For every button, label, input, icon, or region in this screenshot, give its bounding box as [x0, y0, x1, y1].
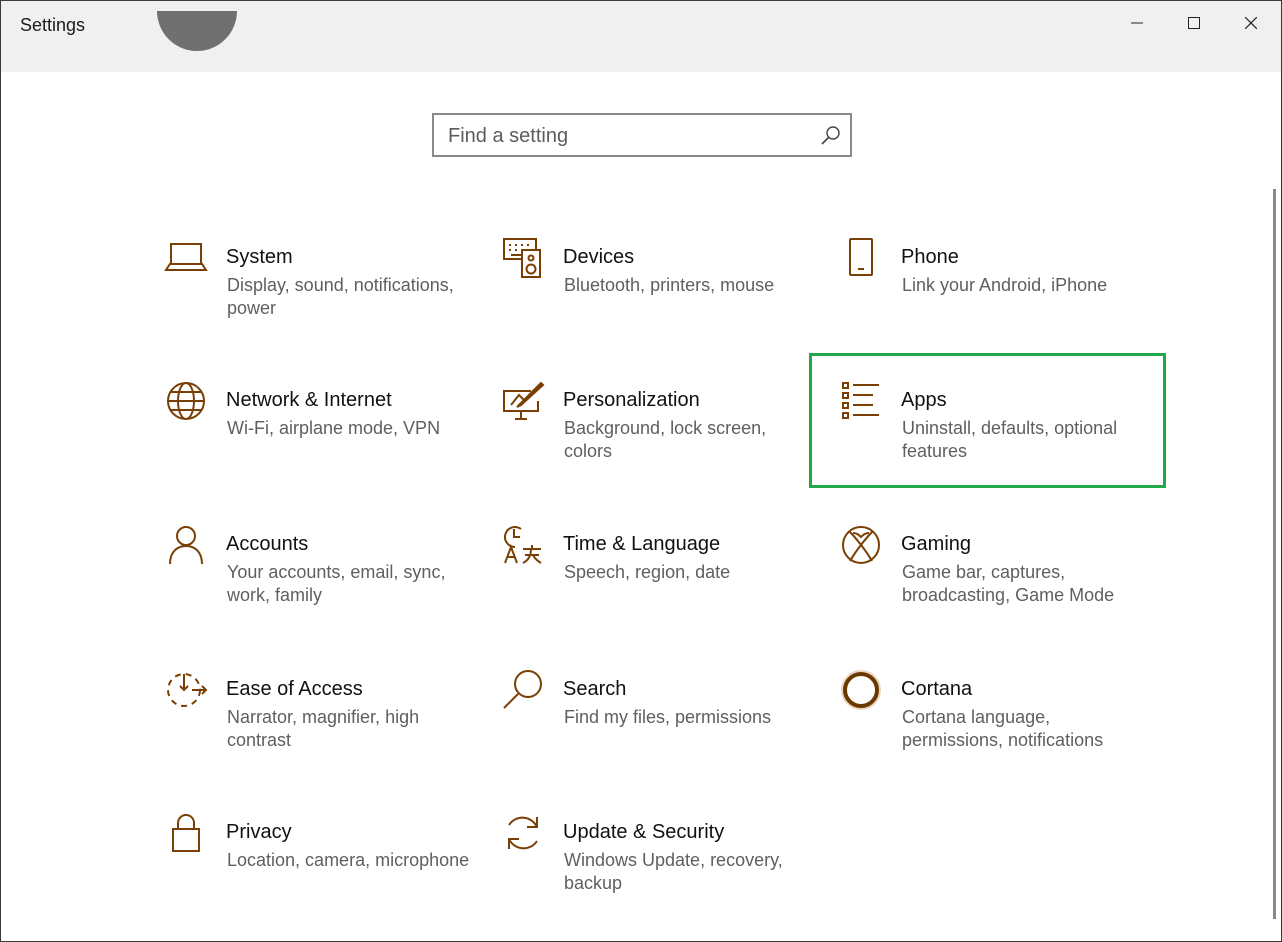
tile-system[interactable]: System Display, sound, notifications, po…	[164, 236, 494, 356]
cortana-circle-icon	[839, 668, 883, 712]
search-placeholder: Find a setting	[448, 125, 569, 147]
tile-cortana[interactable]: Cortana Cortana language, permissions, n…	[839, 668, 1169, 788]
close-button[interactable]	[1223, 1, 1279, 45]
minimize-button[interactable]	[1109, 1, 1165, 45]
tile-personalization-name: Personalization	[563, 389, 700, 411]
keyboard-speaker-icon	[501, 236, 545, 280]
time-language-icon	[501, 523, 545, 567]
tile-privacy-desc: Location, camera, microphone	[227, 850, 470, 870]
tile-time-language[interactable]: Time & Language Speech, region, date	[501, 523, 831, 643]
window-title: Settings	[20, 15, 86, 35]
tile-search[interactable]: Search Find my files, permissions	[501, 668, 831, 788]
tile-system-name: System	[226, 246, 293, 268]
xbox-icon	[839, 523, 883, 567]
tile-accounts-desc: Your accounts, email, sync, work, family	[227, 562, 446, 605]
tile-apps[interactable]: Apps Uninstall, defaults, optional featu…	[839, 379, 1169, 499]
tile-update-security-name: Update & Security	[563, 821, 725, 843]
phone-icon	[839, 236, 883, 280]
lock-icon	[164, 811, 208, 855]
tile-phone[interactable]: Phone Link your Android, iPhone	[839, 236, 1169, 356]
laptop-icon	[164, 236, 208, 280]
tile-system-desc: Display, sound, notifications, power	[227, 275, 454, 318]
tile-update-security-desc: Windows Update, recovery, backup	[564, 850, 783, 893]
tile-time-language-name: Time & Language	[563, 533, 721, 555]
tile-accounts[interactable]: Accounts Your accounts, email, sync, wor…	[164, 523, 494, 643]
tile-privacy-name: Privacy	[226, 821, 292, 843]
paint-tablet-icon	[501, 379, 545, 423]
tile-time-language-desc: Speech, region, date	[564, 562, 731, 582]
person-icon	[164, 523, 208, 567]
close-icon	[1245, 17, 1257, 29]
tile-apps-desc: Uninstall, defaults, optional features	[902, 418, 1118, 461]
app-list-icon	[839, 379, 883, 423]
globe-icon	[164, 379, 208, 423]
tile-update-security[interactable]: Update & Security Windows Update, recove…	[501, 811, 831, 931]
avatar	[157, 11, 237, 51]
tile-gaming-desc: Game bar, captures, broadcasting, Game M…	[902, 562, 1115, 605]
search-input[interactable]: Find a setting	[432, 113, 852, 157]
settings-window: Settings Find a setting System Display, …	[0, 0, 1282, 942]
search-icon	[821, 126, 840, 145]
tile-search-name: Search	[563, 678, 627, 700]
tile-accounts-name: Accounts	[226, 533, 309, 555]
tile-devices[interactable]: Devices Bluetooth, printers, mouse	[501, 236, 831, 356]
tile-gaming[interactable]: Gaming Game bar, captures, broadcasting,…	[839, 523, 1169, 643]
tile-privacy[interactable]: Privacy Location, camera, microphone	[164, 811, 494, 931]
tile-ease-of-access[interactable]: Ease of Access Narrator, magnifier, high…	[164, 668, 494, 788]
tile-personalization[interactable]: Personalization Background, lock screen,…	[501, 379, 831, 499]
tile-network-desc: Wi-Fi, airplane mode, VPN	[227, 418, 441, 438]
minimize-icon	[1131, 22, 1143, 24]
ease-of-access-icon	[164, 668, 208, 712]
vertical-scrollbar[interactable]	[1273, 189, 1276, 919]
maximize-button[interactable]	[1166, 1, 1222, 45]
tile-gaming-name: Gaming	[901, 533, 972, 555]
tile-phone-name: Phone	[901, 246, 959, 268]
title-bar: Settings	[1, 1, 1281, 72]
tile-ease-of-access-name: Ease of Access	[226, 678, 363, 700]
tile-devices-name: Devices	[563, 246, 635, 268]
tile-devices-desc: Bluetooth, printers, mouse	[564, 275, 775, 295]
tile-ease-of-access-desc: Narrator, magnifier, high contrast	[227, 707, 420, 750]
tile-search-desc: Find my files, permissions	[564, 707, 772, 727]
tile-cortana-desc: Cortana language, permissions, notificat…	[902, 707, 1104, 750]
tile-apps-name: Apps	[901, 389, 947, 411]
tile-network-name: Network & Internet	[226, 389, 392, 411]
tile-phone-desc: Link your Android, iPhone	[902, 275, 1108, 295]
tile-personalization-desc: Background, lock screen, colors	[564, 418, 767, 461]
sync-arrows-icon	[501, 811, 545, 855]
magnifier-icon	[501, 668, 545, 712]
maximize-icon	[1188, 17, 1200, 29]
tile-cortana-name: Cortana	[901, 678, 973, 700]
tile-network[interactable]: Network & Internet Wi-Fi, airplane mode,…	[164, 379, 494, 499]
